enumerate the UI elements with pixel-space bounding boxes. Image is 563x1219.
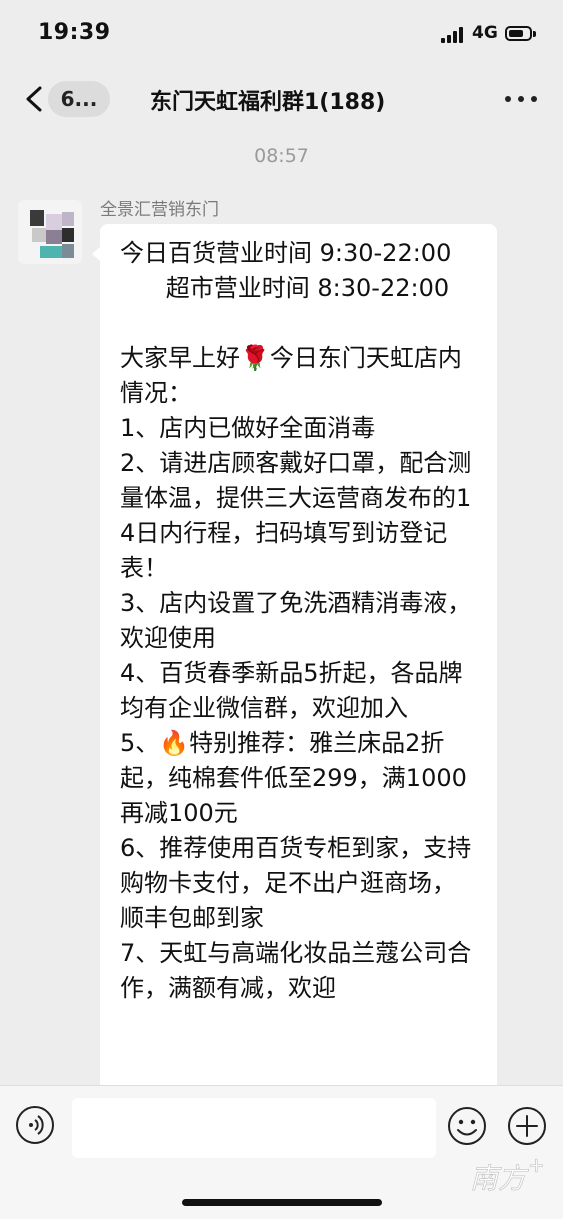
svg-text:+: + xyxy=(528,1153,545,1177)
svg-text:南方: 南方 xyxy=(470,1162,529,1195)
battery-tip xyxy=(533,31,536,37)
plus-icon[interactable] xyxy=(507,1106,547,1146)
chat-screen: 19:39 4G 6... 东门天虹福利群1(188) 08:57 全景汇营销东… xyxy=(0,0,563,1219)
message-timestamp: 08:57 xyxy=(254,145,309,167)
nav-bar: 6... 东门天虹福利群1(188) xyxy=(0,66,563,132)
status-time: 19:39 xyxy=(38,20,111,45)
status-bar: 19:39 4G xyxy=(0,0,563,66)
battery-icon xyxy=(505,26,532,41)
home-indicator[interactable] xyxy=(182,1199,382,1206)
sender-name: 全景汇营销东门 xyxy=(100,200,219,220)
signal-icon xyxy=(441,27,467,43)
voice-icon[interactable] xyxy=(16,1106,54,1144)
watermark-logo: 南方 + xyxy=(470,1153,545,1196)
message-input[interactable] xyxy=(72,1098,436,1158)
sender-avatar[interactable] xyxy=(18,200,82,264)
message-text: 今日百货营业时间 9:30-22:00 超市营业时间 8:30-22:00 大家… xyxy=(120,239,472,1002)
message-bubble[interactable]: 今日百货营业时间 9:30-22:00 超市营业时间 8:30-22:00 大家… xyxy=(100,224,497,1124)
emoji-icon[interactable] xyxy=(447,1106,487,1146)
back-unread-count[interactable]: 6... xyxy=(48,81,110,117)
network-label: 4G xyxy=(472,23,498,43)
back-arrow-icon[interactable] xyxy=(22,84,50,114)
more-icon[interactable] xyxy=(505,96,537,104)
chat-title: 东门天虹福利群1(188) xyxy=(150,90,386,115)
